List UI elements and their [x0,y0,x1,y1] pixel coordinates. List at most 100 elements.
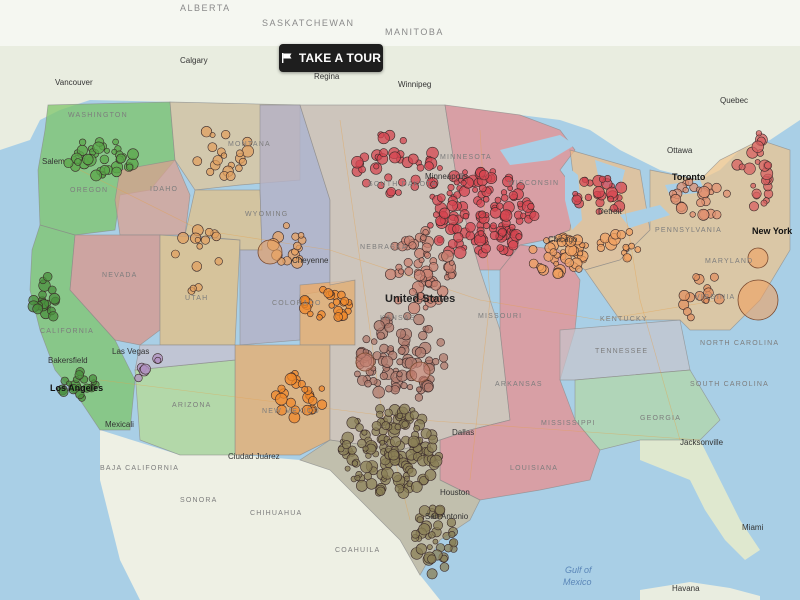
map-marker[interactable] [376,331,385,340]
map-marker[interactable] [177,232,189,244]
map-marker[interactable] [48,311,59,322]
map-marker[interactable] [284,372,298,386]
map-marker[interactable] [290,405,300,415]
map-marker[interactable] [74,158,82,166]
map-marker[interactable] [400,382,408,390]
map-marker[interactable] [395,328,406,339]
map-marker[interactable] [407,153,419,165]
map-marker[interactable] [371,421,382,431]
map-marker[interactable] [452,224,462,234]
map-marker[interactable] [584,193,593,201]
map-marker[interactable] [428,262,439,272]
map-marker[interactable] [32,303,44,315]
map-marker[interactable] [682,187,689,194]
map-marker[interactable] [696,198,705,207]
map-marker[interactable] [432,358,440,366]
map-marker[interactable] [323,288,334,299]
map-marker[interactable] [75,389,85,400]
take-a-tour-button[interactable]: TAKE A TOUR [279,44,383,72]
map-marker[interactable] [498,227,507,237]
map-marker[interactable] [750,182,757,189]
map-marker[interactable] [422,229,429,236]
map-marker[interactable] [401,420,409,428]
map-marker[interactable] [291,256,304,269]
map-marker[interactable] [409,410,419,420]
map-marker[interactable] [42,272,53,282]
map-marker-large[interactable] [355,352,375,372]
map-marker[interactable] [126,163,134,171]
map-marker[interactable] [529,211,540,222]
map-marker[interactable] [418,257,425,264]
map-marker[interactable] [444,543,453,553]
map-marker[interactable] [478,210,487,219]
map-marker[interactable] [434,504,446,516]
map-marker-large[interactable] [737,279,779,321]
map-marker[interactable] [236,149,244,158]
map-marker[interactable] [489,231,499,241]
map-marker[interactable] [685,178,694,187]
map-marker[interactable] [364,380,372,388]
map-marker[interactable] [413,425,421,432]
map-marker[interactable] [477,230,485,237]
map-marker[interactable] [579,176,590,187]
map-marker[interactable] [496,202,504,210]
map-marker[interactable] [713,293,725,305]
map-marker[interactable] [508,190,518,201]
map-marker[interactable] [395,189,402,196]
map-marker[interactable] [438,353,449,363]
map-marker[interactable] [711,182,722,193]
map-marker[interactable] [418,331,428,341]
map-marker[interactable] [214,257,223,266]
map-marker[interactable] [351,460,359,467]
map-marker[interactable] [556,237,567,248]
map-marker[interactable] [424,325,433,334]
map-marker[interactable] [433,520,443,531]
map-marker[interactable] [387,345,395,352]
map-marker[interactable] [379,439,386,446]
map-marker[interactable] [703,297,710,304]
map-marker[interactable] [398,178,407,187]
map-marker[interactable] [689,211,696,218]
map-marker[interactable] [386,187,396,197]
map-marker[interactable] [394,423,402,431]
map-marker[interactable] [426,544,433,550]
map-marker[interactable] [698,186,711,198]
map-marker[interactable] [396,371,403,378]
map-marker[interactable] [436,165,443,171]
map-marker[interactable] [200,235,210,245]
map-marker[interactable] [416,163,425,172]
map-marker[interactable] [351,156,364,169]
map-marker[interactable] [241,145,254,158]
map-marker[interactable] [403,312,412,321]
map-marker[interactable] [478,184,487,193]
map-marker[interactable] [384,322,395,333]
map-marker[interactable] [616,230,626,240]
map-marker[interactable] [670,194,682,205]
map-marker[interactable] [496,244,505,252]
map-marker[interactable] [577,250,584,257]
map-marker[interactable] [543,237,550,244]
map-marker[interactable] [432,538,439,545]
map-marker[interactable] [363,472,372,481]
map-marker[interactable] [82,153,94,165]
map-marker[interactable] [385,268,397,280]
map-marker[interactable] [426,296,435,304]
map-marker[interactable] [549,248,558,256]
map-marker[interactable] [527,202,535,211]
map-marker[interactable] [376,410,384,419]
map-marker[interactable] [440,361,449,370]
map-marker[interactable] [74,370,85,380]
map-marker[interactable] [410,481,423,493]
map-marker[interactable] [478,169,490,181]
map-marker[interactable] [408,302,421,315]
map-marker[interactable] [424,251,431,259]
map-marker[interactable] [596,243,605,252]
map-marker[interactable] [528,244,538,254]
map-marker[interactable] [598,175,606,183]
map-marker[interactable] [397,346,406,355]
map-marker[interactable] [344,465,351,472]
map-marker[interactable] [424,469,437,481]
map-marker[interactable] [99,165,111,176]
map-marker-large[interactable] [257,239,283,265]
map-marker[interactable] [428,434,439,445]
